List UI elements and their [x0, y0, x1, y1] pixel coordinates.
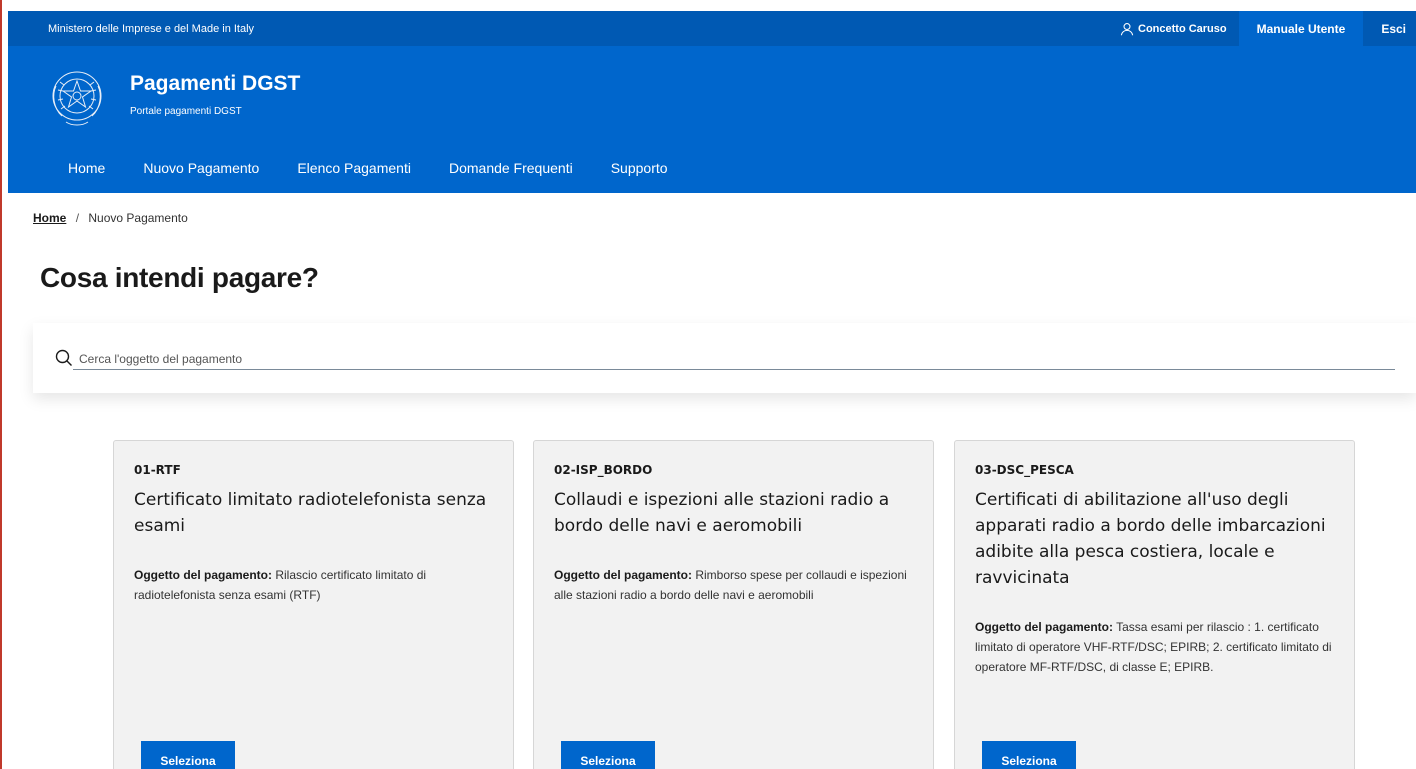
card-title: Certificati di abilitazione all'uso degl… [975, 490, 1326, 588]
nav-item-nuovo-pagamento[interactable]: Nuovo Pagamento [143, 160, 259, 176]
select-button[interactable]: Seleziona [982, 741, 1076, 769]
center-header: Pagamenti DGST Portale pagamenti DGST Ho… [8, 46, 1416, 193]
breadcrumb-home[interactable]: Home [33, 211, 66, 225]
card-title: Collaudi e ispezioni alle stazioni radio… [554, 490, 890, 536]
card-description-label: Oggetto del pagamento: [134, 568, 272, 582]
nav-item-elenco-pagamenti[interactable]: Elenco Pagamenti [297, 160, 411, 176]
search-icon [55, 349, 72, 366]
page-edge [0, 0, 2, 769]
payment-card-02-isp-bordo: 02-ISP_BORDO Collaudi e ispezioni alle s… [533, 440, 934, 769]
emblem-icon [52, 71, 102, 126]
nav-item-home[interactable]: Home [68, 160, 105, 176]
user-name: Concetto Caruso [1138, 22, 1227, 35]
payment-card-01-rtf: 01-RTF Certificato limitato radiotelefon… [113, 440, 514, 769]
card-description: Oggetto del pagamento: Rimborso spese pe… [554, 565, 919, 605]
user-icon [1120, 22, 1134, 35]
logout-link[interactable]: Esci [1363, 22, 1416, 36]
card-description-label: Oggetto del pagamento: [975, 620, 1113, 634]
card-code: 03-DSC_PESCA [975, 463, 1074, 477]
nav-item-supporto[interactable]: Supporto [611, 160, 668, 176]
card-description: Oggetto del pagamento: Tassa esami per r… [975, 617, 1340, 677]
card-description: Oggetto del pagamento: Rilascio certific… [134, 565, 499, 605]
select-button[interactable]: Seleziona [561, 741, 655, 769]
select-button[interactable]: Seleziona [141, 741, 235, 769]
card-code: 02-ISP_BORDO [554, 463, 653, 477]
user-link[interactable]: Concetto Caruso [1108, 22, 1239, 36]
search-input[interactable] [73, 348, 1395, 370]
slim-header: Ministero delle Imprese e del Made in It… [8, 11, 1416, 46]
slim-header-actions: Concetto Caruso Manuale Utente Esci [1108, 11, 1416, 46]
card-description-label: Oggetto del pagamento: [554, 568, 692, 582]
payment-card-03-dsc-pesca: 03-DSC_PESCA Certificati di abilitazione… [954, 440, 1355, 769]
search-card [33, 323, 1416, 393]
card-title: Certificato limitato radiotelefonista se… [134, 490, 487, 536]
nav-item-domande-frequenti[interactable]: Domande Frequenti [449, 160, 573, 176]
manual-link[interactable]: Manuale Utente [1238, 11, 1364, 46]
breadcrumb-separator: / [75, 211, 80, 225]
main-nav: Home Nuovo Pagamento Elenco Pagamenti Do… [68, 160, 706, 176]
brand-subtitle: Portale pagamenti DGST [130, 106, 242, 117]
organization-name: Ministero delle Imprese e del Made in It… [48, 22, 255, 35]
breadcrumb: Home / Nuovo Pagamento [33, 211, 188, 225]
breadcrumb-current: Nuovo Pagamento [88, 211, 188, 225]
card-code: 01-RTF [134, 463, 181, 477]
page-title: Cosa intendi pagare? [40, 262, 319, 293]
brand-title[interactable]: Pagamenti DGST [130, 72, 300, 96]
